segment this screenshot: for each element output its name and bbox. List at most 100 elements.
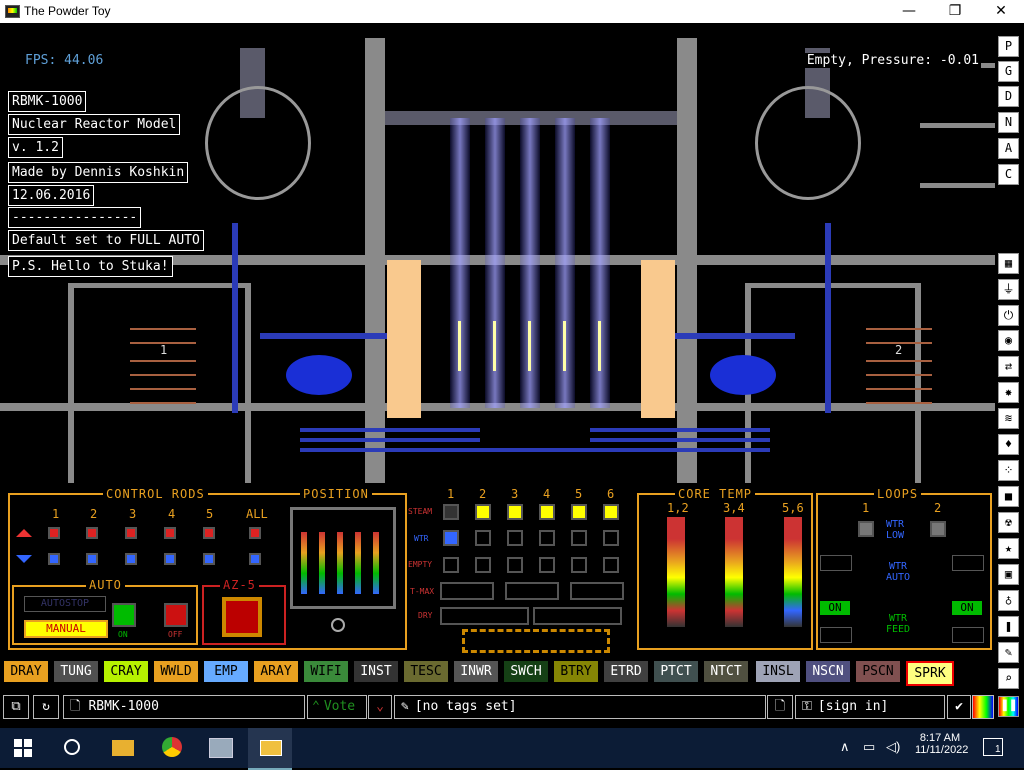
loop-1-auto-button[interactable]: [820, 555, 852, 571]
autostop-button[interactable]: AUTOSTOP: [24, 596, 106, 612]
loop-2-feed-button[interactable]: [952, 627, 984, 643]
element-pscn[interactable]: PSCN: [856, 661, 900, 682]
element-ntct[interactable]: NTCT: [704, 661, 748, 682]
rod-all-up-button[interactable]: [249, 527, 261, 539]
sidebar-button-d[interactable]: D: [998, 86, 1019, 107]
force-category-icon[interactable]: ⇄: [998, 356, 1019, 377]
rod-all-down-button[interactable]: [249, 553, 261, 565]
element-inwr[interactable]: INWR: [454, 661, 498, 682]
chrome-icon[interactable]: [162, 737, 182, 757]
az5-scram-button[interactable]: [222, 597, 262, 637]
element-emp[interactable]: EMP: [204, 661, 248, 682]
sign-date[interactable]: 12.06.2016: [8, 185, 95, 206]
element-cray[interactable]: CRAY: [104, 661, 148, 682]
minimize-button[interactable]: —: [886, 0, 932, 23]
element-aray[interactable]: ARAY: [254, 661, 298, 682]
loop-1-feed-button[interactable]: [820, 627, 852, 643]
tools-category-icon[interactable]: ♁: [998, 590, 1019, 611]
walls-category-icon[interactable]: ▦: [998, 253, 1019, 274]
life-category-icon[interactable]: ▣: [998, 564, 1019, 585]
reactor-control-panel[interactable]: CONTROL RODS 1 2 3 4 5 ALL AUTO AUTOSTOP…: [0, 483, 995, 658]
sign-title[interactable]: RBMK-1000: [8, 91, 87, 112]
sign-ps[interactable]: P.S. Hello to Stuka!: [8, 256, 173, 277]
rod-1-up-button[interactable]: [48, 527, 60, 539]
sign-in-button[interactable]: ⚿ [sign in]: [795, 695, 945, 719]
rod-3-up-button[interactable]: [125, 527, 137, 539]
app-window-icon[interactable]: [209, 738, 233, 758]
rod-4-down-button[interactable]: [164, 553, 176, 565]
element-tung[interactable]: TUNG: [54, 661, 98, 682]
sidebar-button-p[interactable]: P: [998, 36, 1019, 57]
powered-category-icon[interactable]: ⏻: [998, 305, 1019, 326]
file-explorer-icon[interactable]: [112, 740, 134, 756]
element-tesc[interactable]: TESC: [404, 661, 448, 682]
element-wifi[interactable]: WIFI: [304, 661, 348, 682]
liquids-category-icon[interactable]: ♦: [998, 434, 1019, 455]
close-button[interactable]: ✕: [978, 0, 1024, 23]
save-name-field[interactable]: 🗋 RBMK-1000: [63, 695, 305, 719]
manual-button[interactable]: MANUAL: [24, 620, 108, 638]
sidebar-button-n[interactable]: N: [998, 112, 1019, 133]
element-btry[interactable]: BTRY: [554, 661, 598, 682]
explosives-category-icon[interactable]: ✸: [998, 382, 1019, 403]
powders-category-icon[interactable]: ⁘: [998, 460, 1019, 481]
search-icon[interactable]: ⌕: [998, 668, 1019, 689]
loop-2-on-button[interactable]: ON: [952, 601, 982, 615]
auto-off-button[interactable]: [164, 603, 188, 627]
sign-divider[interactable]: ----------------: [8, 207, 142, 228]
tray-chevron-icon[interactable]: ∧: [840, 739, 850, 755]
tags-field[interactable]: ✎ [no tags set]: [394, 695, 766, 719]
powder-toy-taskbar-button[interactable]: [248, 728, 292, 770]
rod-3-down-button[interactable]: [125, 553, 137, 565]
sign-version[interactable]: v. 1.2: [8, 137, 63, 158]
notification-icon[interactable]: 1: [983, 738, 1003, 756]
start-icon[interactable]: [14, 739, 22, 747]
simulation-canvas[interactable]: 1 2 FPS: 44.06 Empty, Pressure: -0.01 RB…: [0, 23, 995, 483]
element-swch[interactable]: SWCH: [504, 661, 548, 682]
open-icon[interactable]: ⧉: [3, 695, 29, 719]
favorites-category-icon[interactable]: ❚: [998, 616, 1019, 637]
element-etrd[interactable]: ETRD: [604, 661, 648, 682]
rod-2-up-button[interactable]: [86, 527, 98, 539]
special-category-icon[interactable]: ★: [998, 538, 1019, 559]
electronics-category-icon[interactable]: ⏚: [998, 279, 1019, 300]
pause-icon[interactable]: ❚❚: [998, 697, 1020, 717]
sidebar-button-a[interactable]: A: [998, 138, 1019, 159]
sign-subtitle[interactable]: Nuclear Reactor Model: [8, 114, 181, 135]
display-mode-icon[interactable]: [972, 695, 994, 719]
radioactive-category-icon[interactable]: ☢: [998, 512, 1019, 533]
network-icon[interactable]: ▭: [863, 739, 875, 755]
element-nscn[interactable]: NSCN: [806, 661, 850, 682]
element-dray[interactable]: DRAY: [4, 661, 48, 682]
sensors-category-icon[interactable]: ◉: [998, 330, 1019, 351]
clock[interactable]: 8:17 AM 11/11/2022: [915, 732, 968, 756]
sign-default[interactable]: Default set to FULL AUTO: [8, 230, 204, 251]
rod-4-up-button[interactable]: [164, 527, 176, 539]
auto-on-button[interactable]: [112, 603, 136, 627]
sign-author[interactable]: Made by Dennis Koshkin: [8, 162, 189, 183]
decoration-category-icon[interactable]: ✎: [998, 642, 1019, 663]
loop-2-auto-button[interactable]: [952, 555, 984, 571]
rod-2-down-button[interactable]: [86, 553, 98, 565]
element-sprk[interactable]: SPRK: [906, 661, 954, 686]
element-ptct[interactable]: PTCT: [654, 661, 698, 682]
gases-category-icon[interactable]: ≋: [998, 408, 1019, 429]
element-inst[interactable]: INST: [354, 661, 398, 682]
maximize-button[interactable]: ❐: [932, 0, 978, 23]
solids-category-icon[interactable]: ■: [998, 486, 1019, 507]
reload-icon[interactable]: ↻: [33, 695, 59, 719]
settings-icon[interactable]: ✔: [947, 695, 971, 719]
vote-up-button[interactable]: ⌃ Vote: [307, 695, 367, 719]
volume-icon[interactable]: ◁): [886, 739, 900, 755]
element-wwld[interactable]: WWLD: [154, 661, 198, 682]
rod-1-down-button[interactable]: [48, 553, 60, 565]
search-icon[interactable]: [64, 739, 80, 755]
rod-5-up-button[interactable]: [203, 527, 215, 539]
sidebar-button-c[interactable]: C: [998, 164, 1019, 185]
vote-down-button[interactable]: ⌄: [368, 695, 392, 719]
loop-1-on-button[interactable]: ON: [820, 601, 850, 615]
sidebar-button-g[interactable]: G: [998, 61, 1019, 82]
rod-5-down-button[interactable]: [203, 553, 215, 565]
report-icon[interactable]: 🗋: [767, 695, 793, 719]
element-insl[interactable]: INSL: [756, 661, 800, 682]
